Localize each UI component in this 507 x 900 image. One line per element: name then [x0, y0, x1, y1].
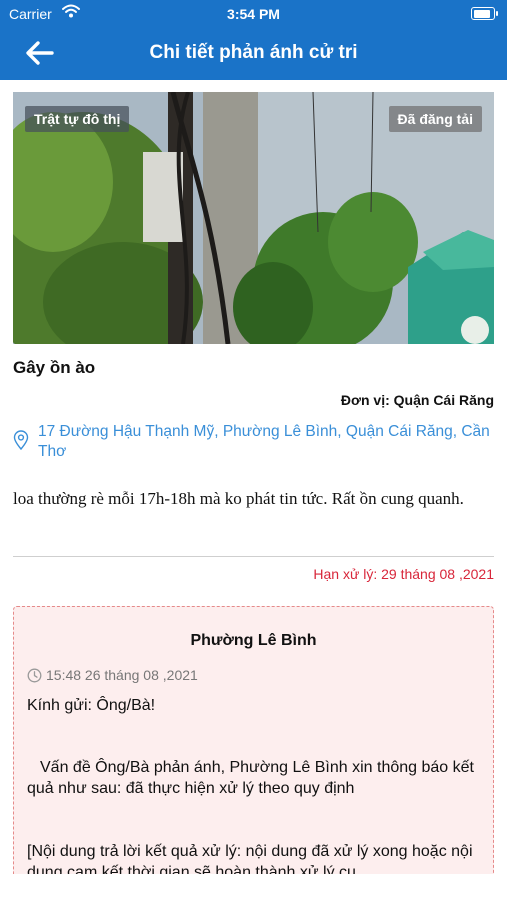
status-time: 3:54 PM [227, 6, 280, 22]
reply-time-text: 15:48 26 tháng 08 ,2021 [46, 667, 198, 683]
reply-body: Kính gửi: Ông/Bà! Vấn đề Ông/Bà phản ánh… [27, 695, 485, 874]
reply-organization: Phường Lê Bình [190, 632, 317, 649]
section-divider [13, 556, 494, 557]
address-text: 17 Đường Hậu Thạnh Mỹ, Phường Lê Bình, Q… [38, 423, 490, 460]
status-tag: Đã đăng tải [388, 106, 482, 132]
report-address[interactable]: 17 Đường Hậu Thạnh Mỹ, Phường Lê Bình, Q… [13, 422, 498, 462]
reply-timestamp: 15:48 26 tháng 08 ,2021 [27, 667, 198, 683]
unit-label: Đơn vị: Quận Cái Răng [340, 392, 494, 408]
clock-icon [27, 668, 42, 683]
status-bar: Carrier 3:54 PM [0, 0, 507, 28]
report-title: Gây ồn ào [13, 358, 96, 377]
reply-card: Phường Lê Bình 15:48 26 tháng 08 ,2021 K… [13, 606, 494, 874]
deadline-label: Hạn xử lý: 29 tháng 08 ,2021 [313, 566, 494, 582]
reply-greeting: Kính gửi: Ông/Bà! [27, 697, 156, 714]
battery-icon [471, 7, 498, 20]
detail-content[interactable]: Trật tự đô thị Đã đăng tải Gây ồn ào Đơn… [0, 80, 507, 874]
report-description: loa thường rè mỗi 17h-18h mà ko phát tin… [13, 489, 464, 508]
navigation-bar: Chi tiết phản ánh cử tri [0, 28, 507, 80]
page-title: Chi tiết phản ánh cử tri [149, 42, 358, 63]
category-tag: Trật tự đô thị [25, 106, 130, 132]
report-photo[interactable]: Trật tự đô thị Đã đăng tải [13, 92, 494, 344]
reply-paragraph-1: Vấn đề Ông/Bà phản ánh, Phường Lê Bình x… [27, 759, 474, 797]
location-pin-icon [13, 430, 29, 450]
reply-paragraph-2: [Nội dung trả lời kết quả xử lý: nội dun… [27, 843, 473, 874]
